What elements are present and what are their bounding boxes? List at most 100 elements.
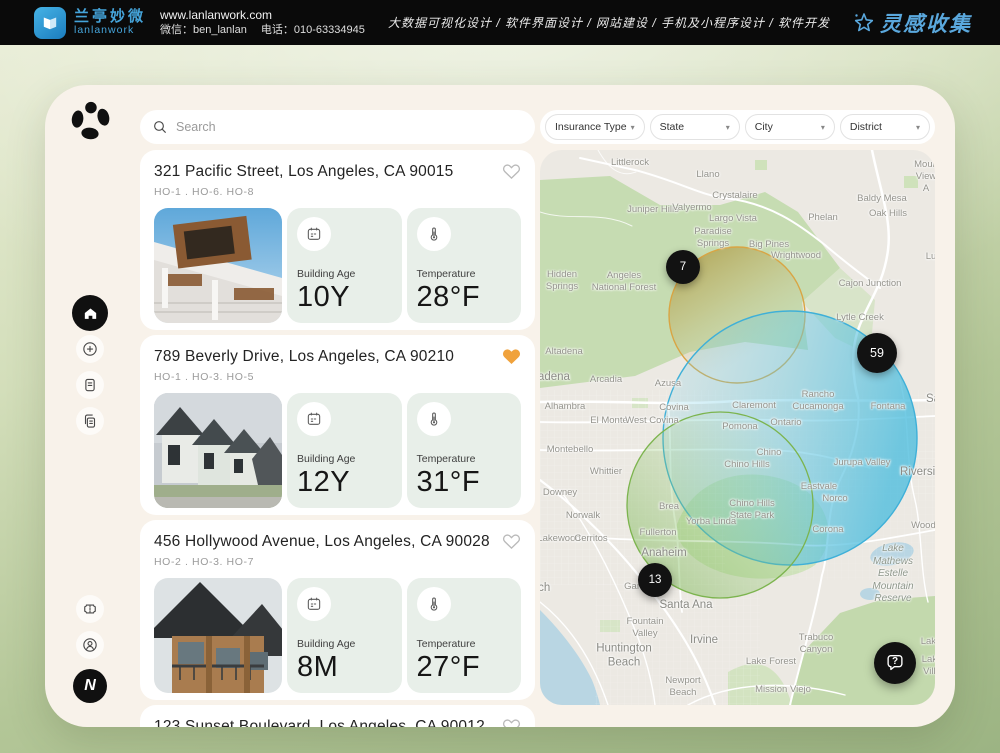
calendar-icon <box>306 596 322 612</box>
sidebar-item-documents[interactable] <box>76 407 104 435</box>
map-place-label: Juniper Hills <box>627 204 679 216</box>
filter-state[interactable]: State ▾ <box>650 114 740 140</box>
map-place-label: Sa <box>926 392 935 406</box>
building-age-value: 10Y <box>297 281 392 314</box>
page-background: 兰亭妙微 lanlanwork www.lanlanwork.com 微信：be… <box>0 0 1000 753</box>
temperature-label: Temperature <box>417 268 512 280</box>
app-pinwheel-logo <box>68 99 112 148</box>
cluster-count-badge[interactable]: 13 <box>638 563 672 597</box>
map-place-label: Lake Villa <box>922 654 935 678</box>
cluster-count-badge[interactable]: 7 <box>666 250 700 284</box>
map-place-label: Lytle Creek <box>836 312 884 324</box>
policy-tags: HO-1 . HO-6. HO-8 <box>154 186 521 198</box>
building-age-tile: Building Age 8M <box>287 578 402 693</box>
map-canvas[interactable]: Littlerock Llano Crystalaire Juniper HillsV… <box>540 150 935 705</box>
property-photo <box>154 578 282 693</box>
sidebar-n-logo[interactable]: N <box>73 669 107 703</box>
property-address: 321 Pacific Street, Los Angeles, CA 9001… <box>154 163 453 181</box>
favorite-heart-button[interactable] <box>502 348 521 365</box>
temperature-tile: Temperature 27°F <box>407 578 522 693</box>
filter-district[interactable]: District ▾ <box>840 114 930 140</box>
filter-city[interactable]: City ▾ <box>745 114 835 140</box>
map-place-label: Jurupa Valley <box>834 457 891 469</box>
map-place-label: Eastvale <box>801 481 837 493</box>
chevron-down-icon: ▾ <box>726 123 730 132</box>
map-place-label: Phelan <box>808 212 838 224</box>
map-place-label: El Monte <box>590 415 628 427</box>
map-filter-bar: Insurance Type ▾ State ▾ City ▾ District… <box>540 110 935 144</box>
filter-label: Insurance Type <box>555 121 627 133</box>
property-address: 456 Hollywood Avenue, Los Angeles, CA 90… <box>154 533 490 551</box>
map-place-label: Moun View A <box>914 159 935 195</box>
map-place-label: Altadena <box>545 346 583 358</box>
notepad-icon <box>81 376 99 394</box>
map-place-label: Ontario <box>770 417 801 429</box>
map-place-label: Paradise Springs <box>694 226 732 250</box>
favorite-heart-button[interactable] <box>502 718 521 727</box>
brand-phone: 电话：010-63334945 <box>261 24 365 36</box>
temperature-value: 28°F <box>417 281 512 314</box>
sidebar-item-profile[interactable] <box>76 631 104 659</box>
calendar-icon <box>306 411 322 427</box>
map-place-label: Pasadena <box>540 370 570 384</box>
inspiration-collect-brand: 灵感收集 <box>852 8 972 38</box>
map-place-label: Littlerock <box>611 157 649 169</box>
building-age-tile: Building Age 10Y <box>287 208 402 323</box>
map-place-label: Pomona <box>722 421 757 433</box>
map-place-label: Llano <box>696 169 719 181</box>
sidebar-item-tickets[interactable] <box>76 595 104 623</box>
property-card-partial[interactable]: 123 Sunset Boulevard, Los Angeles, CA 90… <box>140 705 535 727</box>
map-place-label: Lu <box>926 251 935 263</box>
sidebar-item-add[interactable] <box>76 335 104 363</box>
map-place-label: Crystalaire <box>712 190 757 202</box>
map-place-label: Fountain Valley <box>627 616 664 640</box>
filter-label: City <box>755 121 773 133</box>
brand-website: www.lanlanwork.com <box>160 7 379 23</box>
map-place-label: Claremont <box>732 400 776 412</box>
brand-name-en: lanlanwork <box>74 25 146 36</box>
favorite-heart-button[interactable] <box>502 163 521 180</box>
help-button[interactable]: ? <box>874 642 916 684</box>
book-icon <box>39 12 61 34</box>
property-card[interactable]: 456 Hollywood Avenue, Los Angeles, CA 90… <box>140 520 535 700</box>
search-bar[interactable] <box>140 110 535 144</box>
temperature-tile: Temperature 28°F <box>407 208 522 323</box>
map-labels: Littlerock Llano Crystalaire Juniper HillsV… <box>540 150 935 705</box>
map-place-label: Valyermo <box>672 202 711 214</box>
brand-wechat: 微信：ben_lanlan <box>160 24 247 36</box>
building-age-value: 8M <box>297 651 392 684</box>
map-place-label: Azusa <box>655 378 681 390</box>
thermometer-icon <box>426 411 442 427</box>
property-card[interactable]: 321 Pacific Street, Los Angeles, CA 9001… <box>140 150 535 330</box>
building-age-tile: Building Age 12Y <box>287 393 402 508</box>
favorite-heart-button[interactable] <box>502 533 521 550</box>
map-place-label: Alhambra <box>545 401 586 413</box>
map-place-label: Covina <box>659 402 689 414</box>
search-input[interactable] <box>176 120 523 134</box>
thermometer-icon <box>426 596 442 612</box>
map-place-label: Norwalk <box>566 510 600 522</box>
chevron-down-icon: ▾ <box>916 123 920 132</box>
map-place-label: Cajon Junction <box>839 278 902 290</box>
building-age-label: Building Age <box>297 453 392 465</box>
plus-circle-icon <box>81 340 99 358</box>
map-place-label: Woodcre <box>911 520 935 532</box>
map-place-label: Oak Hills <box>869 208 907 220</box>
user-circle-icon <box>81 636 99 654</box>
map-place-label: Wrightwood <box>771 250 821 262</box>
map-place-label: Montebello <box>547 444 593 456</box>
map-place-label: Anaheim <box>641 546 686 560</box>
map-place-label: Chino <box>757 447 782 459</box>
temperature-value: 27°F <box>417 651 512 684</box>
temperature-value: 31°F <box>417 466 512 499</box>
cluster-count-badge[interactable]: 59 <box>857 333 897 373</box>
home-icon <box>82 305 99 322</box>
filter-insurance-type[interactable]: Insurance Type ▾ <box>545 114 645 140</box>
filter-label: District <box>850 121 882 133</box>
lanlanwork-logo <box>34 7 66 39</box>
sidebar-item-home[interactable] <box>72 295 108 331</box>
map-place-label: Hidden Springs <box>546 269 578 293</box>
sidebar-item-notes[interactable] <box>76 371 104 399</box>
property-card[interactable]: 789 Beverly Drive, Los Angeles, CA 90210… <box>140 335 535 515</box>
map-place-label: Lakewood <box>540 533 581 545</box>
